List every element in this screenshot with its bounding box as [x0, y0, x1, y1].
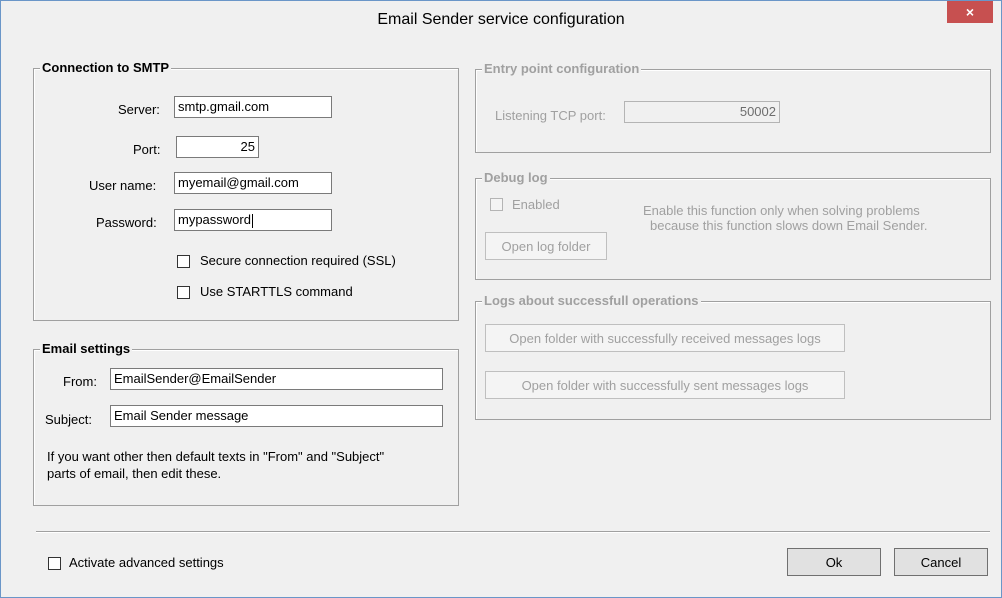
ssl-checkbox[interactable] — [177, 255, 190, 268]
listening-port-label: Listening TCP port: — [495, 108, 606, 123]
starttls-label: Use STARTTLS command — [200, 284, 353, 299]
open-sent-logs-button[interactable]: Open folder with successfully sent messa… — [485, 371, 845, 399]
port-label: Port: — [133, 142, 161, 157]
email-legend: Email settings — [40, 341, 133, 356]
window-title: Email Sender service configuration — [377, 11, 625, 28]
open-received-logs-button[interactable]: Open folder with successfully received m… — [485, 324, 845, 352]
subject-label: Subject: — [45, 412, 92, 427]
port-input[interactable]: 25 — [176, 136, 259, 158]
debug-enabled-label: Enabled — [512, 197, 560, 212]
entry-legend: Entry point configuration — [482, 61, 642, 76]
debug-note-line2: because this function slows down Email S… — [650, 218, 928, 233]
starttls-checkbox[interactable] — [177, 286, 190, 299]
server-input[interactable]: smtp.gmail.com — [174, 96, 332, 118]
ok-button[interactable]: Ok — [787, 548, 881, 576]
smtp-legend: Connection to SMTP — [40, 60, 172, 75]
cancel-button[interactable]: Cancel — [894, 548, 988, 576]
username-input[interactable]: myemail@gmail.com — [174, 172, 332, 194]
logs-legend: Logs about successfull operations — [482, 293, 701, 308]
email-note-line1: If you want other then default texts in … — [47, 449, 385, 464]
logs-group: Logs about successfull operations — [475, 293, 991, 420]
ssl-label: Secure connection required (SSL) — [200, 253, 396, 268]
close-icon: × — [965, 4, 975, 20]
debug-legend: Debug log — [482, 170, 550, 185]
from-label: From: — [63, 374, 97, 389]
advanced-settings-checkbox[interactable] — [48, 557, 61, 570]
password-label: Password: — [96, 215, 157, 230]
debug-enabled-checkbox[interactable] — [490, 198, 503, 211]
close-button[interactable]: × — [947, 1, 993, 23]
title-bar: Email Sender service configuration × — [1, 1, 1001, 39]
debug-note-line1: Enable this function only when solving p… — [643, 203, 920, 218]
username-label: User name: — [89, 178, 157, 193]
open-log-folder-button[interactable]: Open log folder — [485, 232, 607, 260]
footer-divider — [36, 531, 990, 533]
subject-input[interactable]: Email Sender message — [110, 405, 443, 427]
password-input[interactable]: mypassword — [174, 209, 332, 231]
advanced-settings-label: Activate advanced settings — [69, 555, 224, 570]
server-label: Server: — [118, 102, 160, 117]
from-input[interactable]: EmailSender@EmailSender — [110, 368, 443, 390]
listening-port-input[interactable]: 50002 — [624, 101, 780, 123]
text-cursor — [251, 213, 253, 228]
config-dialog: Email Sender service configuration × Con… — [0, 0, 1002, 598]
password-value: mypassword — [178, 212, 251, 227]
email-note-line2: parts of email, then edit these. — [47, 466, 222, 481]
